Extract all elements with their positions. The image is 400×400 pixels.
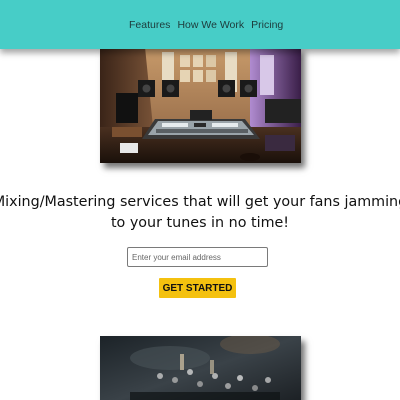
get-started-button[interactable]: GET STARTED (159, 278, 236, 298)
studio-photo (100, 47, 301, 163)
main-nav: Features How We Work Pricing (129, 19, 283, 31)
header-bar: Features How We Work Pricing (0, 0, 400, 49)
landing-page: Features How We Work Pricing Mixing/Mast… (0, 0, 400, 400)
mixer-photo (100, 336, 301, 400)
email-input[interactable] (127, 247, 268, 267)
nav-link-pricing[interactable]: Pricing (251, 19, 283, 31)
nav-link-how-we-work[interactable]: How We Work (177, 19, 244, 31)
nav-link-features[interactable]: Features (129, 19, 170, 31)
hero-headline: Mixing/Mastering services that will get … (0, 194, 400, 231)
